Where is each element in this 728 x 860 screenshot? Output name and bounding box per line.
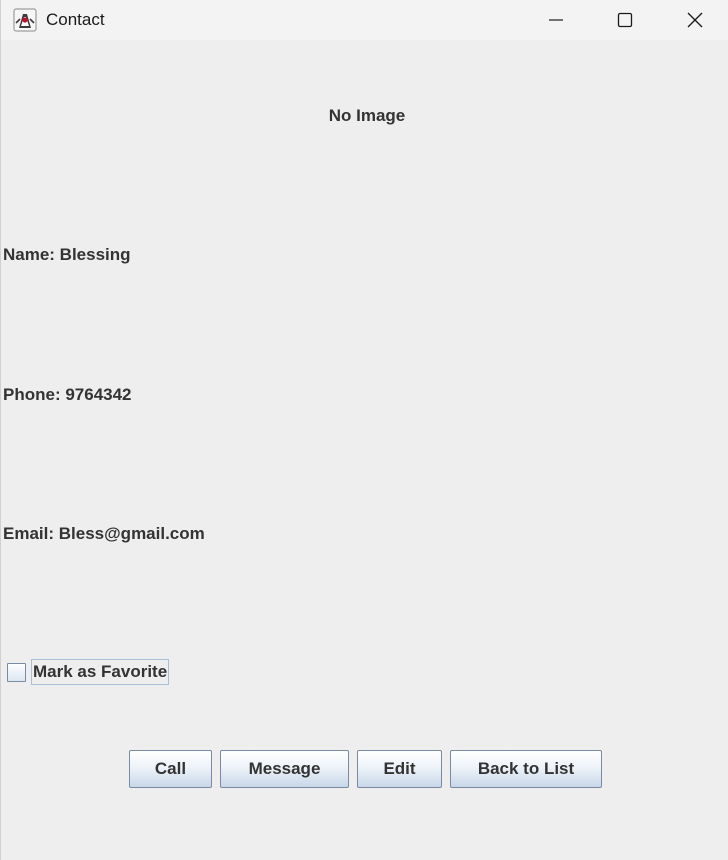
favorite-checkbox-row[interactable]: Mark as Favorite bbox=[7, 658, 170, 686]
call-button[interactable]: Call bbox=[129, 750, 212, 788]
window-title: Contact bbox=[46, 10, 105, 29]
java-duke-icon bbox=[13, 8, 37, 32]
contact-email-label: Email: Bless@gmail.com bbox=[3, 524, 205, 543]
back-to-list-button[interactable]: Back to List bbox=[450, 750, 602, 788]
contact-image-placeholder: No Image bbox=[328, 106, 406, 125]
favorite-checkbox-label[interactable]: Mark as Favorite bbox=[31, 659, 170, 685]
maximize-icon[interactable] bbox=[590, 0, 660, 40]
favorite-checkbox[interactable] bbox=[7, 662, 26, 682]
contact-phone-label: Phone: 9764342 bbox=[3, 385, 132, 404]
message-button[interactable]: Message bbox=[220, 750, 349, 788]
title-bar[interactable]: Contact bbox=[1, 0, 728, 40]
contact-details-panel: No Image Name: Blessing Phone: 9764342 E… bbox=[1, 40, 728, 860]
contact-name-label: Name: Blessing bbox=[3, 245, 131, 264]
minimize-icon[interactable] bbox=[521, 0, 591, 40]
contact-window: Contact No Image Name: Blessing Phone: 9… bbox=[0, 0, 728, 860]
edit-button[interactable]: Edit bbox=[357, 750, 442, 788]
close-icon[interactable] bbox=[660, 0, 728, 40]
